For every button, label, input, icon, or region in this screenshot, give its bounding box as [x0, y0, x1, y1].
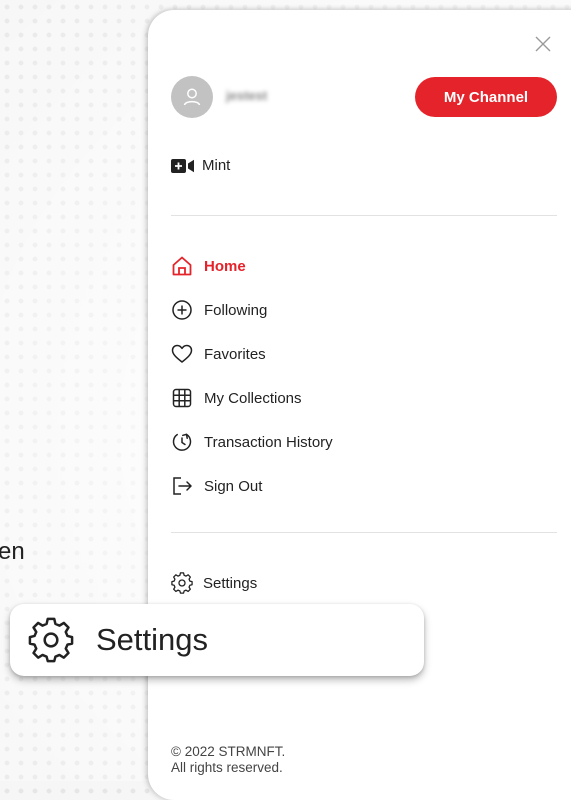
- video-plus-icon: [171, 158, 194, 173]
- gear-icon: [28, 617, 74, 663]
- footer: © 2022 STRMNFT. All rights reserved.: [171, 744, 285, 776]
- mint-item[interactable]: Mint: [171, 157, 230, 174]
- divider: [171, 532, 557, 533]
- background-partial-text: en: [0, 538, 25, 565]
- nav-item-label: Sign Out: [204, 477, 263, 495]
- close-button[interactable]: [534, 35, 552, 53]
- mint-label: Mint: [202, 157, 231, 174]
- nav-item-label: Favorites: [204, 345, 266, 363]
- gear-icon: [171, 572, 193, 594]
- grid-icon: [171, 387, 193, 409]
- settings-callout[interactable]: Settings: [10, 604, 424, 676]
- nav-item-following[interactable]: Following: [171, 297, 267, 323]
- my-channel-button[interactable]: My Channel: [415, 77, 557, 117]
- plus-circle-icon: [171, 299, 193, 321]
- nav-item-label: Following: [204, 301, 268, 319]
- nav-item-sign-out[interactable]: Sign Out: [171, 473, 262, 499]
- nav-item-label: Home: [204, 257, 246, 275]
- sign-out-icon: [171, 475, 193, 497]
- footer-rights: All rights reserved.: [171, 760, 283, 775]
- nav-item-favorites[interactable]: Favorites: [171, 341, 266, 367]
- close-icon: [535, 36, 551, 52]
- nav-item-my-collections[interactable]: My Collections: [171, 385, 302, 411]
- history-icon: [171, 431, 193, 453]
- side-menu-panel: jestest My Channel Mint Home Following F…: [148, 10, 571, 800]
- nav-item-label: My Collections: [204, 389, 302, 407]
- home-icon: [171, 255, 193, 277]
- settings-label: Settings: [203, 574, 258, 592]
- avatar[interactable]: [171, 76, 213, 118]
- footer-copyright: © 2022 STRMNFT.: [171, 744, 286, 759]
- divider: [171, 215, 557, 216]
- user-icon: [183, 88, 201, 106]
- nav-item-transaction-history[interactable]: Transaction History: [171, 429, 333, 455]
- callout-settings-label: Settings: [96, 622, 209, 657]
- nav-item-settings[interactable]: Settings: [171, 570, 257, 596]
- heart-icon: [171, 343, 193, 365]
- nav-item-label: Transaction History: [204, 433, 333, 451]
- username: jestest: [226, 88, 268, 103]
- nav-item-home[interactable]: Home: [171, 253, 246, 279]
